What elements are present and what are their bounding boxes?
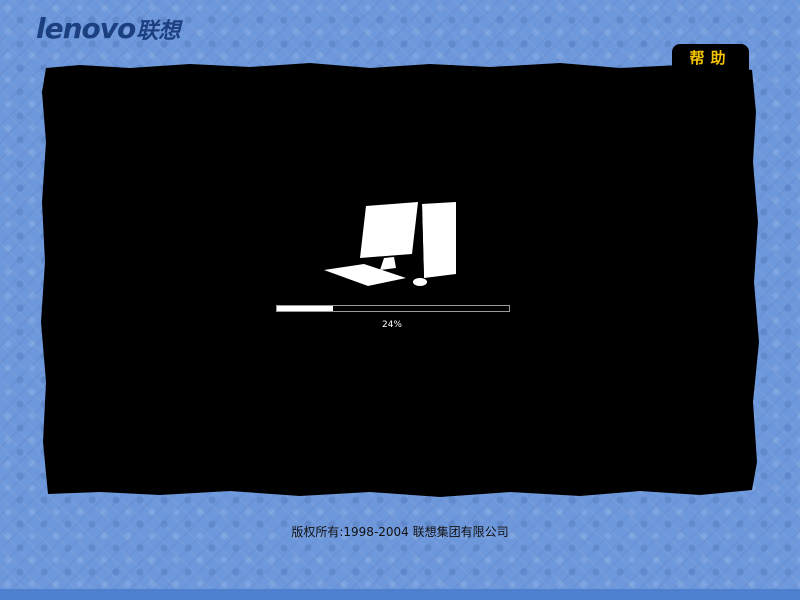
- loading-progress-bar: [276, 305, 510, 312]
- computer-icon: [324, 202, 456, 286]
- logo-chinese: 联想: [136, 19, 181, 44]
- monitor-stand: [380, 257, 396, 270]
- copyright-text: 版权所有:1998-2004 联想集团有限公司: [291, 525, 509, 539]
- progress-percent: 24%: [381, 320, 402, 330]
- lenovo-logo: lenovo 联想: [36, 12, 181, 45]
- logo-latin: lenovo: [36, 12, 136, 45]
- progress-fill: [277, 306, 333, 311]
- bottom-bar: [0, 589, 800, 600]
- tower-shape: [422, 202, 456, 278]
- mouse-shape: [413, 278, 427, 286]
- monitor-shape: [360, 202, 418, 258]
